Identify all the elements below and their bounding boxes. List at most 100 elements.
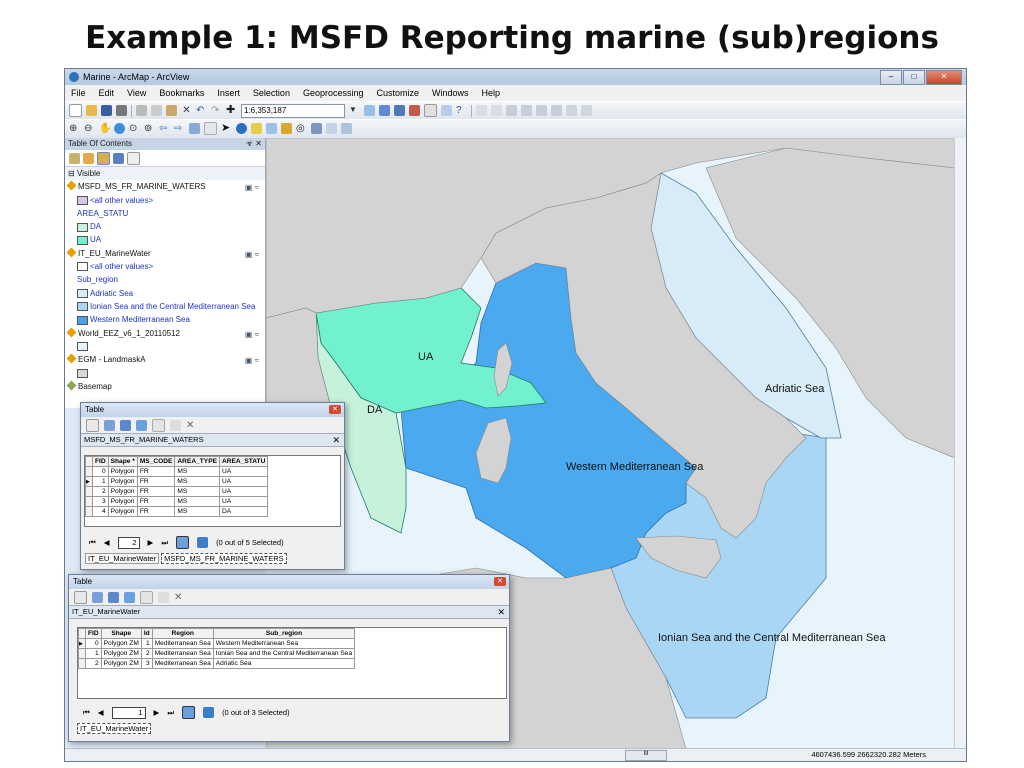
table-cell[interactable]: 0 (85, 638, 102, 649)
close-icon[interactable]: ✕ (497, 606, 505, 618)
table-row[interactable]: ▶ 0 Polygon ZM 1 Mediterranean Sea Western Me… (78, 638, 356, 649)
table-cell[interactable]: FR (136, 496, 176, 507)
previous-record-icon[interactable]: ◀ (98, 708, 104, 717)
toc-legend-item[interactable]: DA (65, 220, 265, 233)
hyperlink-icon[interactable] (251, 123, 262, 134)
collapse-icon[interactable]: ⊟ (68, 169, 75, 178)
table-tab[interactable]: IT_EU_MarineWater (85, 553, 160, 564)
menu-item[interactable]: Selection (253, 88, 290, 98)
redo-icon[interactable]: ↷ (211, 105, 222, 116)
row-selector[interactable] (85, 496, 93, 507)
table-cell[interactable]: Mediterranean Sea (151, 638, 214, 649)
close-icon[interactable]: ☣ ✕ (246, 138, 262, 150)
toc-layer-item[interactable]: MSFD_MS_FR_MARINE_WATERS ▣ ≈ (65, 180, 265, 193)
layout-tool-icon[interactable] (506, 105, 517, 116)
table-cell[interactable]: Polygon ZM (100, 658, 142, 669)
pan-hand-icon[interactable]: ✋ (99, 123, 111, 134)
menu-item[interactable]: Windows (432, 88, 469, 98)
table-cell[interactable]: Polygon (107, 476, 138, 487)
map-vertical-scrollbar[interactable] (954, 138, 966, 749)
layout-tool-icon[interactable] (476, 105, 487, 116)
menu-item[interactable]: View (127, 88, 146, 98)
table-tab[interactable]: IT_EU_MarineWater (77, 723, 152, 734)
go-to-xy-icon[interactable] (326, 123, 337, 134)
next-record-icon[interactable]: ▶ (148, 538, 154, 547)
table-row[interactable]: 0 Polygon FR MS UA (85, 466, 269, 477)
table-cell[interactable]: 0 (92, 466, 109, 477)
table-row[interactable]: 3 Polygon FR MS UA (85, 496, 269, 507)
table-cell[interactable]: FR (136, 476, 176, 487)
layout-tool-icon[interactable] (491, 105, 502, 116)
forward-extent-icon[interactable]: ⇨ (174, 123, 185, 134)
select-features-icon[interactable] (189, 123, 200, 134)
toc-layer-item[interactable]: World_EEZ_v6_1_20110512 ▣ ≈ (65, 327, 265, 340)
column-header[interactable]: AREA_TYPE (174, 456, 220, 467)
list-by-selection-icon[interactable] (113, 152, 124, 164)
current-record-field[interactable]: 2 (117, 536, 140, 549)
table-cell[interactable]: 3 (140, 658, 153, 669)
fixed-zoom-in-icon[interactable]: ⊙ (129, 123, 140, 134)
column-header[interactable]: Region (151, 628, 214, 639)
toc-legend-item[interactable]: AREA_STATU (65, 207, 265, 220)
toc-legend-item[interactable]: Sub_region (65, 273, 265, 286)
zoom-in-icon[interactable]: ⊕ (69, 123, 80, 134)
back-extent-icon[interactable]: ⇦ (159, 123, 170, 134)
table-options-icon[interactable] (74, 590, 87, 604)
table-options-icon[interactable] (86, 418, 99, 432)
menu-item[interactable]: Bookmarks (159, 88, 204, 98)
toolbox-icon[interactable] (424, 104, 437, 117)
python-window-icon[interactable] (441, 105, 452, 116)
column-header[interactable]: AREA_STATU (218, 456, 269, 467)
table-cell[interactable]: Polygon (107, 496, 138, 507)
table-cell[interactable]: Western Mediterranean Sea (212, 638, 356, 649)
related-tables-icon[interactable] (92, 591, 103, 603)
show-all-records-icon[interactable] (176, 536, 190, 549)
list-by-drawing-order-icon[interactable] (69, 152, 80, 164)
last-record-icon[interactable]: ⏭ (167, 708, 174, 718)
toc-window-icon[interactable] (379, 105, 390, 116)
attribute-table-window[interactable]: Table ✕ ✕ IT_EU_MarineWater ✕ FID Shape Id… (68, 574, 510, 742)
table-cell[interactable]: MS (174, 506, 220, 517)
column-header[interactable]: MS_CODE (136, 456, 176, 467)
table-cell[interactable]: Mediterranean Sea (151, 648, 214, 659)
row-selector[interactable] (78, 658, 86, 669)
html-popup-icon[interactable] (266, 123, 277, 134)
layout-tool-icon[interactable] (566, 105, 577, 116)
table-cell[interactable]: MS (174, 476, 220, 487)
table-cell[interactable]: Ionian Sea and the Central Mediterranean… (212, 648, 356, 659)
switch-selection-icon[interactable] (124, 591, 135, 603)
table-cell[interactable]: UA (218, 476, 269, 487)
layout-tool-icon[interactable] (536, 105, 547, 116)
show-all-records-icon[interactable] (182, 706, 196, 719)
toc-group-visible[interactable]: ⊟ Visible (65, 167, 265, 181)
menu-item[interactable]: Help (482, 88, 501, 98)
cut-icon[interactable] (136, 105, 147, 116)
table-cell[interactable]: Polygon (107, 506, 138, 517)
select-by-attributes-icon[interactable] (120, 419, 131, 431)
attribute-table-window[interactable]: Table ✕ ✕ MSFD_MS_FR_MARINE_WATERS ✕ FID… (80, 402, 345, 570)
show-selected-records-icon[interactable] (203, 707, 215, 718)
table-cell[interactable]: Mediterranean Sea (151, 658, 214, 669)
layout-tool-icon[interactable] (581, 105, 592, 116)
toc-options-icon[interactable] (127, 151, 140, 165)
table-cell[interactable]: FR (136, 486, 176, 497)
table-row[interactable]: 2 Polygon ZM 3 Mediterranean Sea Adriatic Se… (78, 658, 356, 669)
table-cell[interactable]: 2 (140, 648, 153, 659)
first-record-icon[interactable]: ⏮ (83, 708, 90, 718)
select-elements-arrow-icon[interactable]: ➤ (221, 123, 232, 134)
toc-legend-item[interactable]: <all other values> (65, 260, 265, 273)
table-cell[interactable]: 1 (92, 476, 109, 487)
table-cell[interactable]: Adriatic Sea (212, 658, 356, 669)
horizontal-scroll-thumb[interactable]: III (625, 750, 667, 761)
find-route-icon[interactable] (311, 123, 322, 134)
row-selector[interactable] (85, 466, 93, 477)
close-icon[interactable]: ✕ (332, 434, 340, 446)
scale-dropdown-icon[interactable]: ▼ (349, 105, 360, 116)
table-cell[interactable]: FR (136, 466, 176, 477)
search-window-icon[interactable] (409, 105, 420, 116)
delete-selected-icon[interactable]: ✕ (174, 592, 185, 603)
table-cell[interactable]: MS (174, 466, 220, 477)
delete-selected-icon[interactable]: ✕ (186, 420, 197, 431)
table-row[interactable]: 4 Polygon FR MS DA (85, 506, 269, 517)
toc-layer-item[interactable]: Basemap (65, 380, 265, 393)
